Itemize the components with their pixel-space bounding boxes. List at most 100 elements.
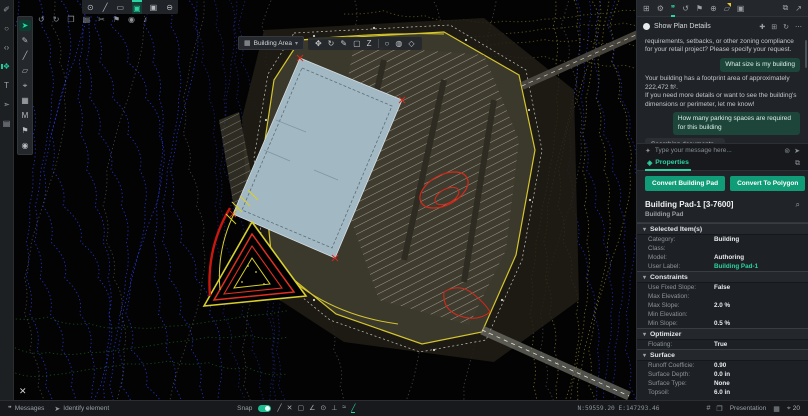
edit-vertices-icon[interactable]: ✎ bbox=[340, 39, 347, 48]
zoom-control[interactable]: ⌖ 20 bbox=[787, 405, 800, 413]
map-canvas[interactable]: ➤ ✎ ╱ ▱ ⌖ ▦ M ⚑ ◉ ↺ ↻ ❐ ▤ ✂ ⚑ ◉ ♪ ⊙ ╱ ▭ ▣ ▣ ⊖ ▦ Building Are… bbox=[14, 0, 636, 400]
grid-tool-icon[interactable]: ▦ bbox=[19, 95, 31, 106]
history-icon[interactable]: ↺ bbox=[682, 0, 689, 17]
property-row[interactable]: Surface Type:None bbox=[637, 379, 808, 388]
chat-history[interactable]: requirements, setbacks, or other zoning … bbox=[637, 36, 808, 143]
rect-select-icon[interactable]: ▭ bbox=[116, 0, 126, 14]
send-icon[interactable]: ➤ bbox=[794, 147, 800, 155]
annotate-pen-icon[interactable]: ✐ bbox=[3, 5, 10, 14]
measure-tool-icon[interactable]: M bbox=[19, 110, 31, 121]
convert-building-pad-button[interactable]: Convert Building Pad bbox=[645, 176, 725, 191]
circle-tool-icon[interactable]: ◉ bbox=[19, 140, 31, 151]
archive-tool-icon[interactable]: ▤ bbox=[3, 119, 11, 128]
mask-icon[interactable]: ◍ bbox=[395, 39, 402, 48]
apps-icon[interactable]: ⊞ bbox=[643, 0, 650, 17]
undo-icon[interactable]: ↺ bbox=[38, 15, 45, 24]
grid-small-icon[interactable]: # bbox=[707, 405, 711, 413]
snap-point-tool-icon[interactable]: ⌖ bbox=[19, 80, 31, 91]
popout-icon[interactable]: ⧉ bbox=[783, 0, 789, 17]
property-row[interactable]: Class: bbox=[637, 244, 808, 253]
layers-panel-icon[interactable]: ▤ bbox=[83, 15, 91, 24]
action-buttons: Convert Building Pad Convert To Polygon bbox=[637, 171, 808, 196]
move-icon[interactable]: ✥ bbox=[315, 39, 322, 48]
snap-line-icon[interactable]: ╱ bbox=[277, 404, 281, 413]
snap-angle-icon[interactable]: ∠ bbox=[309, 404, 315, 413]
messages-button[interactable]: ❞ Messages bbox=[8, 405, 44, 413]
snap-endpoint-icon[interactable]: ▢ bbox=[297, 404, 304, 413]
contrast-icon[interactable]: ⊖ bbox=[165, 0, 174, 14]
scale-icon[interactable]: ▢ bbox=[353, 39, 361, 48]
flag-icon[interactable]: ⚑ bbox=[696, 0, 703, 17]
box-icon[interactable]: ▣ bbox=[737, 0, 745, 17]
redo-icon[interactable]: ↻ bbox=[53, 15, 60, 24]
offset-icon[interactable]: ○ bbox=[385, 39, 390, 48]
property-row[interactable]: Category:Building bbox=[637, 235, 808, 244]
settings-gear-icon[interactable]: ⚙ bbox=[657, 0, 664, 17]
markup-icon[interactable]: ⚑ bbox=[113, 15, 120, 24]
property-row[interactable]: Topsoil:6.0 in bbox=[637, 388, 808, 397]
flag-tool-icon[interactable]: ⚑ bbox=[19, 125, 31, 136]
refresh-icon[interactable]: ↻ bbox=[783, 23, 789, 31]
pencil-tool-icon[interactable]: ✎ bbox=[19, 35, 31, 46]
snap-intersection-icon[interactable]: ✕ bbox=[287, 404, 293, 413]
property-row[interactable]: Use Fixed Slope:False bbox=[637, 283, 808, 292]
surface-view-icon[interactable]: ▣ bbox=[132, 0, 142, 14]
target-icon[interactable]: ◉ bbox=[128, 15, 135, 24]
section-header-constraints[interactable]: ▾Constraints bbox=[637, 271, 808, 283]
snap-toggle[interactable] bbox=[258, 405, 271, 412]
style-paint-icon[interactable]: ❖ bbox=[3, 62, 10, 71]
folder-flagged-icon[interactable]: ▱ bbox=[724, 0, 730, 17]
chat-icon[interactable]: ❞ bbox=[671, 0, 675, 17]
presentation-mode-label[interactable]: Presentation bbox=[730, 405, 767, 412]
new-chat-icon[interactable]: ✚ bbox=[759, 23, 765, 31]
property-row[interactable]: User Label:Building Pad-1 bbox=[637, 262, 808, 271]
message-input[interactable] bbox=[655, 147, 780, 154]
origin-icon[interactable]: ⊙ bbox=[86, 0, 95, 14]
audio-icon[interactable]: ♪ bbox=[143, 15, 147, 24]
polygon-tool-icon[interactable]: ▱ bbox=[19, 65, 31, 76]
diamond-icon[interactable]: ◇ bbox=[408, 39, 414, 48]
line-tool-icon[interactable]: ╱ bbox=[19, 50, 31, 61]
search-icon[interactable]: ⌕ bbox=[796, 200, 800, 210]
ellipse-tool-icon[interactable]: ○ bbox=[4, 24, 9, 33]
section-header-optimizer[interactable]: ▾Optimizer bbox=[637, 328, 808, 340]
section-header-surface[interactable]: ▾Surface bbox=[637, 349, 808, 361]
presentation-grid-icon[interactable]: ▦ bbox=[773, 405, 780, 413]
pointer-tool-icon[interactable]: ➣ bbox=[3, 100, 10, 109]
select-tool-icon[interactable]: ➤ bbox=[19, 20, 31, 31]
text-tool-icon[interactable]: T bbox=[4, 81, 9, 90]
property-row[interactable]: Runoff Coefficie:0.90 bbox=[637, 361, 808, 370]
layers-view-icon[interactable]: ▣ bbox=[149, 0, 159, 14]
cut-icon[interactable]: ✂ bbox=[98, 15, 105, 24]
grid-icon[interactable]: ⊞ bbox=[771, 23, 777, 31]
expand-panel-icon[interactable]: ⧉ bbox=[795, 160, 800, 168]
property-row[interactable]: Surface Depth:0.0 in bbox=[637, 370, 808, 379]
selected-item-header: Building Pad-1 [3-7600] Building Pad ⌕ bbox=[637, 196, 808, 222]
code-tool-icon[interactable]: ‹› bbox=[4, 43, 9, 52]
copy-icon[interactable]: ❐ bbox=[67, 15, 74, 24]
property-row[interactable]: Min Slope:0.5 % bbox=[637, 319, 808, 328]
convert-to-polygon-button[interactable]: Convert To Polygon bbox=[730, 176, 805, 191]
section-header-selected-item-s-[interactable]: ▾Selected Item(s) bbox=[637, 223, 808, 235]
external-link-icon[interactable]: ↗ bbox=[795, 0, 802, 17]
property-row[interactable]: Max Slope:2.0 % bbox=[637, 301, 808, 310]
more-icon[interactable]: ⋯ bbox=[795, 23, 802, 31]
rotate-icon[interactable]: ↻ bbox=[328, 39, 335, 48]
property-row[interactable]: Model:Authoring bbox=[637, 253, 808, 262]
property-row[interactable]: Min Elevation: bbox=[637, 310, 808, 319]
property-row[interactable]: Floating:True bbox=[637, 340, 808, 349]
add-icon[interactable]: ⊕ bbox=[710, 0, 717, 17]
layout-icon[interactable]: ❐ bbox=[716, 405, 722, 413]
properties-icon: ◈ bbox=[647, 159, 652, 167]
mention-icon[interactable]: ⊚ bbox=[784, 147, 790, 155]
snap-center-icon[interactable]: ⊙ bbox=[320, 404, 326, 413]
selection-type-dropdown[interactable]: ▦ Building Area ▾ bbox=[238, 36, 304, 50]
snap-perpendicular-icon[interactable]: ⊥ bbox=[331, 404, 337, 413]
zigzag-edge-icon[interactable]: Z bbox=[367, 39, 372, 48]
slope-icon[interactable]: ╱ bbox=[102, 0, 109, 14]
snap-nearest-icon[interactable]: ≈ bbox=[342, 404, 346, 413]
tab-properties[interactable]: ◈ Properties bbox=[645, 157, 691, 171]
snap-parallel-icon[interactable]: ╱ bbox=[351, 404, 355, 413]
property-row[interactable]: Max Elevation: bbox=[637, 292, 808, 301]
chat-scrollbar[interactable] bbox=[805, 40, 807, 68]
